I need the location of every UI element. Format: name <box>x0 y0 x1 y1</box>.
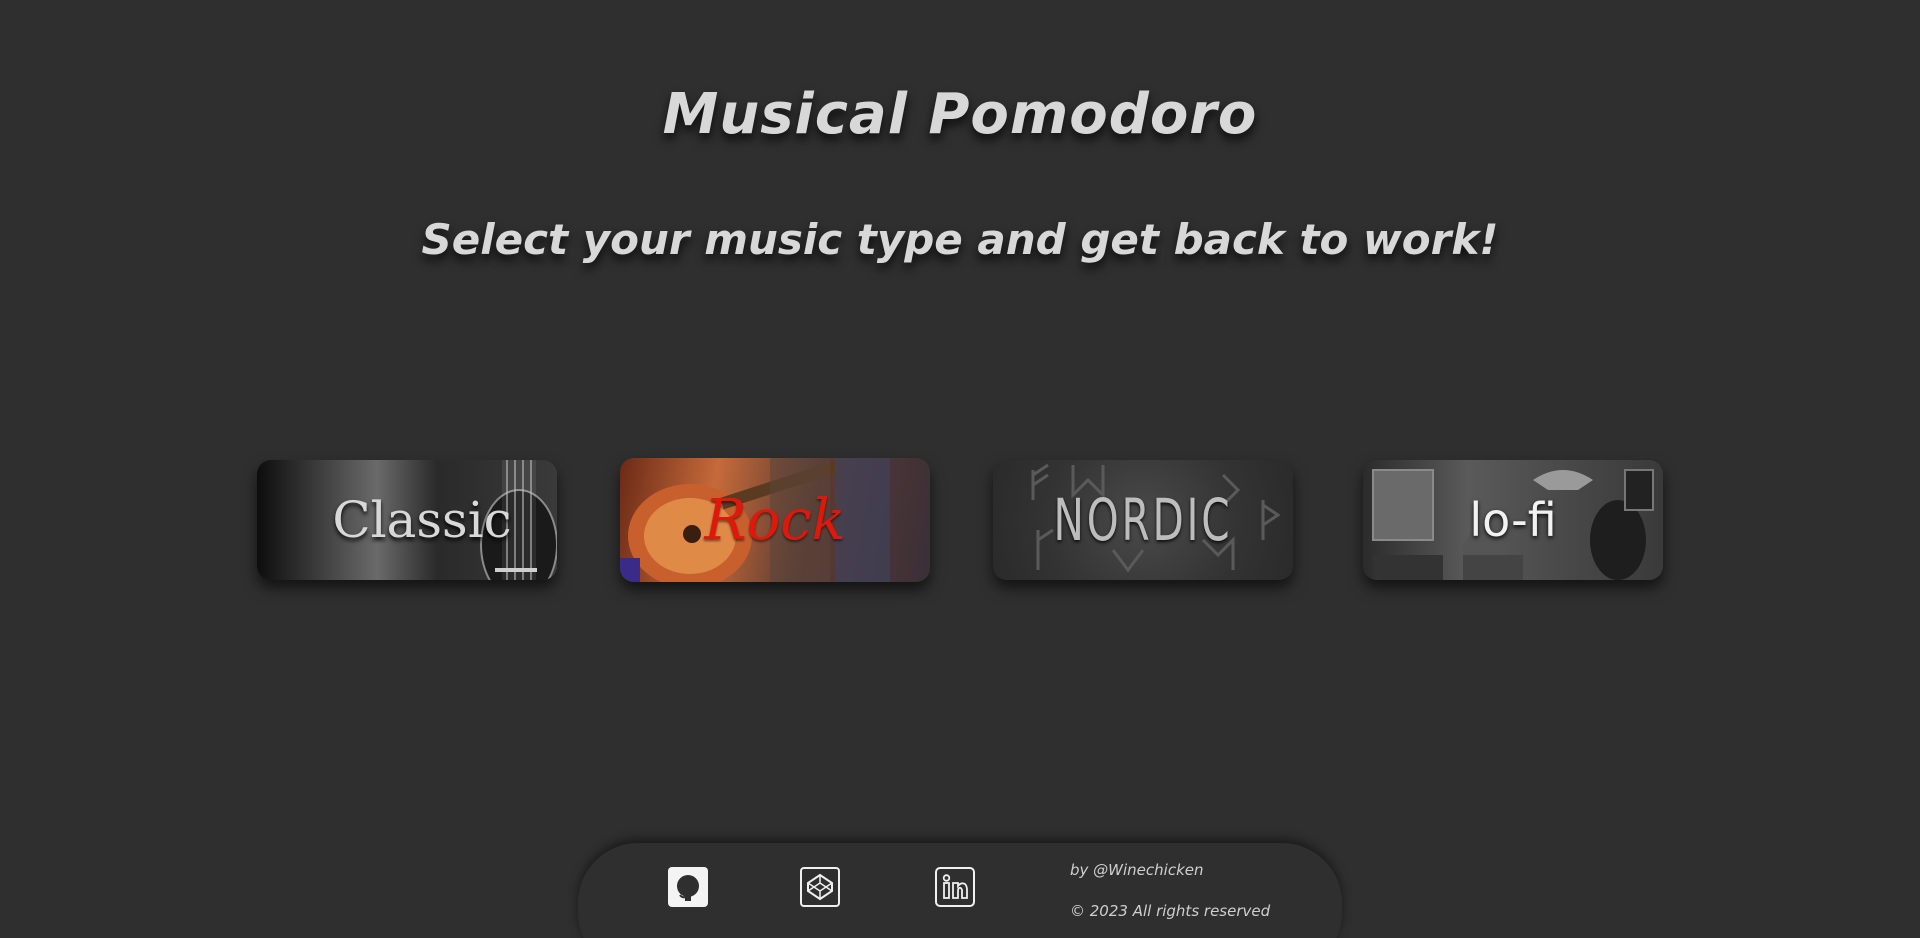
card-label: NORDIC <box>1053 486 1233 554</box>
music-card-nordic[interactable]: NORDIC <box>993 460 1293 580</box>
card-label: Rock <box>704 487 846 553</box>
card-label: Classic <box>332 491 512 549</box>
copyright-text: © 2023 All rights reserved <box>1070 902 1271 920</box>
music-card-classic[interactable]: Classic <box>257 460 557 580</box>
linkedin-icon[interactable] <box>935 867 975 907</box>
github-icon[interactable] <box>668 867 708 907</box>
card-label: lo-fi <box>1469 493 1557 547</box>
author-credit: by @Winechicken <box>1070 861 1204 879</box>
music-card-lofi[interactable]: lo-fi <box>1363 460 1663 580</box>
footer: by @Winechicken © 2023 All rights reserv… <box>578 843 1342 938</box>
page-subtitle: Select your music type and get back to w… <box>421 215 1499 264</box>
page-title: Musical Pomodoro <box>662 82 1258 147</box>
music-card-rock[interactable]: Rock <box>620 458 930 582</box>
codepen-icon[interactable] <box>800 867 840 907</box>
page: Musical Pomodoro Select your music type … <box>0 0 1920 938</box>
